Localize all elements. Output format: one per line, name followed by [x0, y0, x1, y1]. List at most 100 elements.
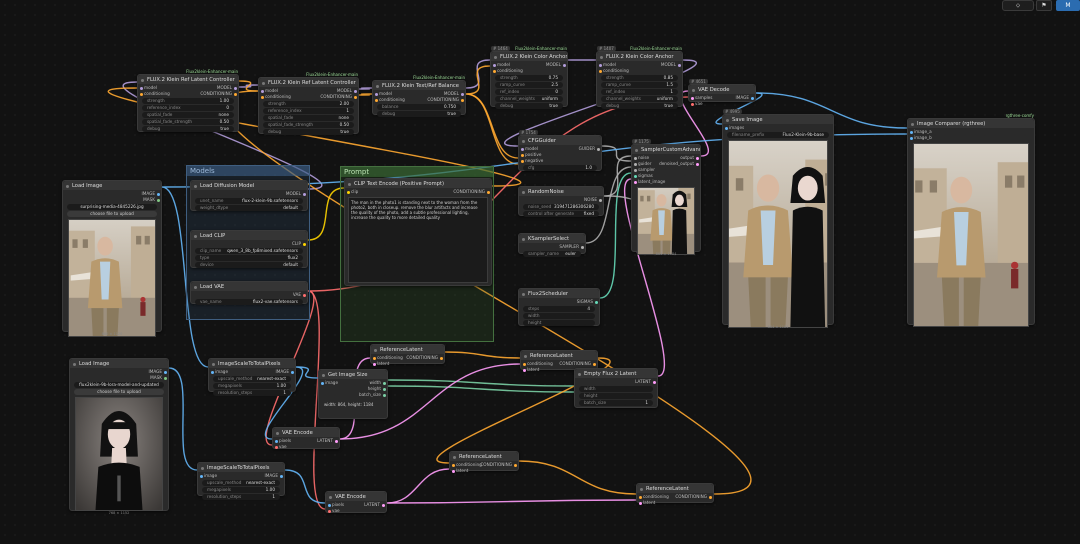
- output-port-icon[interactable]: [381, 503, 385, 507]
- output-port-icon[interactable]: [382, 393, 386, 397]
- node-random-noise[interactable]: RandomNoise NOISE noise_seed 31947128630628…: [518, 186, 604, 217]
- output-port-icon[interactable]: [486, 190, 490, 194]
- output-port-icon[interactable]: [439, 356, 443, 360]
- node-title[interactable]: Load Image: [63, 181, 161, 191]
- widget-weight-dtype[interactable]: weight_dtype default: [195, 205, 303, 211]
- input-port-icon[interactable]: [724, 126, 728, 130]
- wire[interactable]: [307, 187, 345, 241]
- node-title[interactable]: Load VAE: [191, 282, 307, 292]
- node-scale-1[interactable]: ImageScaleToTotalPixels image IMAGE upscale…: [208, 358, 296, 396]
- output-port-icon[interactable]: [233, 92, 237, 96]
- output-port-icon[interactable]: [353, 89, 357, 93]
- output-port-icon[interactable]: [156, 198, 160, 202]
- widget-ref-index[interactable]: ref_index 1: [601, 89, 678, 95]
- input-port-icon[interactable]: [638, 495, 642, 499]
- wire[interactable]: [284, 469, 326, 504]
- node-flux2-scheduler[interactable]: Flux2Scheduler SIGMAS steps 4 width height: [518, 288, 600, 326]
- wire[interactable]: [387, 385, 575, 393]
- node-title[interactable]: ReferenceLatent: [450, 452, 518, 462]
- node-ksampler-select[interactable]: KSamplerSelect SAMPLER sampler_name euler: [518, 233, 586, 257]
- output-port-icon[interactable]: [695, 156, 699, 160]
- node-title[interactable]: CLIP Text Encode (Positive Prompt): [345, 179, 491, 189]
- node-title[interactable]: FLUX.2 Klein Ref Latent Controller: [138, 75, 238, 85]
- logo-icon[interactable]: ⬦: [1002, 0, 1034, 11]
- image-file-select[interactable]: flux2klein-9b-lora-model-and-updated: [74, 382, 164, 388]
- node-flux-text[interactable]: Flux2klein-Enhancer-main FLUX.2 Klein Tex…: [372, 75, 466, 117]
- input-port-icon[interactable]: [139, 86, 143, 90]
- node-title[interactable]: FLUX.2 Klein Color Anchor: [597, 52, 682, 62]
- input-port-icon[interactable]: [260, 89, 264, 93]
- node-ref-latent-2[interactable]: ReferenceLatent conditioning CONDITIONING l…: [520, 350, 598, 372]
- wire[interactable]: [387, 379, 575, 387]
- node-title[interactable]: Load Diffusion Model: [191, 181, 307, 191]
- wire[interactable]: [386, 468, 450, 504]
- node-title[interactable]: VAE Encode: [273, 428, 339, 438]
- wire[interactable]: [601, 145, 632, 162]
- node-title[interactable]: VAE Encode: [326, 492, 386, 502]
- node-title[interactable]: SamplerCustomAdvanced: [632, 145, 700, 155]
- output-port-icon[interactable]: [163, 370, 167, 374]
- widget-ref-index[interactable]: ref_index 0: [495, 89, 563, 95]
- node-title[interactable]: Load Image: [70, 359, 168, 369]
- input-port-icon[interactable]: [327, 509, 331, 513]
- output-port-icon[interactable]: [695, 162, 699, 166]
- node-title[interactable]: Load CLIP: [191, 231, 307, 241]
- widget-control-after-generate[interactable]: control after generate fixed: [523, 211, 599, 217]
- widget-height[interactable]: height: [579, 393, 653, 399]
- input-port-icon[interactable]: [274, 439, 278, 443]
- widget-type[interactable]: type flux2: [195, 255, 303, 261]
- input-port-icon[interactable]: [638, 501, 642, 505]
- widget-sampler-name[interactable]: sampler_name euler: [523, 251, 581, 257]
- node-get-image-size[interactable]: Get Image Size image width height batch_size…: [318, 369, 388, 419]
- bookmark-icon[interactable]: ⚑: [1036, 0, 1052, 11]
- input-port-icon[interactable]: [210, 370, 214, 374]
- widget-strength[interactable]: strength 0.85: [601, 75, 678, 81]
- node-title[interactable]: Save Image: [723, 115, 833, 125]
- widget-resolution-steps[interactable]: resolution_steps 1: [213, 390, 291, 396]
- widget-strength[interactable]: strength 2.00: [263, 101, 354, 107]
- node-title[interactable]: ReferenceLatent: [521, 351, 597, 361]
- input-port-icon[interactable]: [520, 153, 524, 157]
- widget-debug[interactable]: debug true: [601, 103, 678, 109]
- input-port-icon[interactable]: [374, 98, 378, 102]
- widget-width[interactable]: width: [523, 313, 595, 319]
- input-port-icon[interactable]: [139, 92, 143, 96]
- widget-spatial-fade[interactable]: spatial_fade none: [263, 115, 354, 121]
- input-port-icon[interactable]: [520, 159, 524, 163]
- output-port-icon[interactable]: [156, 192, 160, 196]
- input-port-icon[interactable]: [633, 180, 637, 184]
- workflow-canvas[interactable]: Models Prompt Flux2klein-Enhancer-main FL…: [0, 0, 1080, 544]
- widget-megapixels[interactable]: megapixels 1.00: [213, 383, 291, 389]
- input-port-icon[interactable]: [451, 463, 455, 467]
- widget-filename-prefix[interactable]: filename_prefix Flux2-Klein-9b-base: [727, 132, 829, 138]
- node-title[interactable]: ImageScaleToTotalPixels: [198, 463, 284, 473]
- input-port-icon[interactable]: [520, 147, 524, 151]
- node-load-image-2[interactable]: Load Image IMAGE MASK flux2klein-9b-lora-mo…: [69, 358, 169, 515]
- wire[interactable]: [168, 367, 198, 471]
- output-port-icon[interactable]: [652, 380, 656, 384]
- widget-strength[interactable]: strength 1.00: [142, 98, 234, 104]
- widget-ramp-curve[interactable]: ramp_curve 2.5: [495, 82, 563, 88]
- wire[interactable]: [465, 65, 491, 95]
- node-title[interactable]: ReferenceLatent: [637, 484, 713, 494]
- node-title[interactable]: Image Comparer (rgthree): [908, 119, 1034, 129]
- input-port-icon[interactable]: [260, 95, 264, 99]
- input-port-icon[interactable]: [522, 368, 526, 372]
- node-flux-ref-2[interactable]: Flux2klein-Enhancer-main FLUX.2 Klein Ref…: [258, 72, 359, 135]
- input-port-icon[interactable]: [451, 469, 455, 473]
- image-file-select[interactable]: surprising-media-4845226.jpg: [67, 204, 157, 210]
- wire[interactable]: [238, 80, 259, 92]
- wire[interactable]: [358, 87, 373, 90]
- node-title[interactable]: Empty Flux 2 Latent: [575, 369, 657, 379]
- input-port-icon[interactable]: [522, 362, 526, 366]
- widget-noise-seed[interactable]: noise_seed 319471286306280: [523, 204, 599, 210]
- node-empty-latent[interactable]: Empty Flux 2 Latent LATENT width height batc…: [574, 368, 658, 408]
- node-title[interactable]: FLUX.2 Klein Text/Ref Balance: [373, 81, 465, 91]
- output-port-icon[interactable]: [580, 245, 584, 249]
- node-load-vae[interactable]: Load VAE VAE vae_name flux2-vae.safetensors: [190, 281, 308, 305]
- output-port-icon[interactable]: [596, 147, 600, 151]
- input-port-icon[interactable]: [274, 445, 278, 449]
- node-scale-2[interactable]: ImageScaleToTotalPixels image IMAGE upscale…: [197, 462, 285, 500]
- wire[interactable]: [603, 155, 632, 197]
- node-title[interactable]: FLUX.2 Klein Ref Latent Controller: [259, 78, 358, 88]
